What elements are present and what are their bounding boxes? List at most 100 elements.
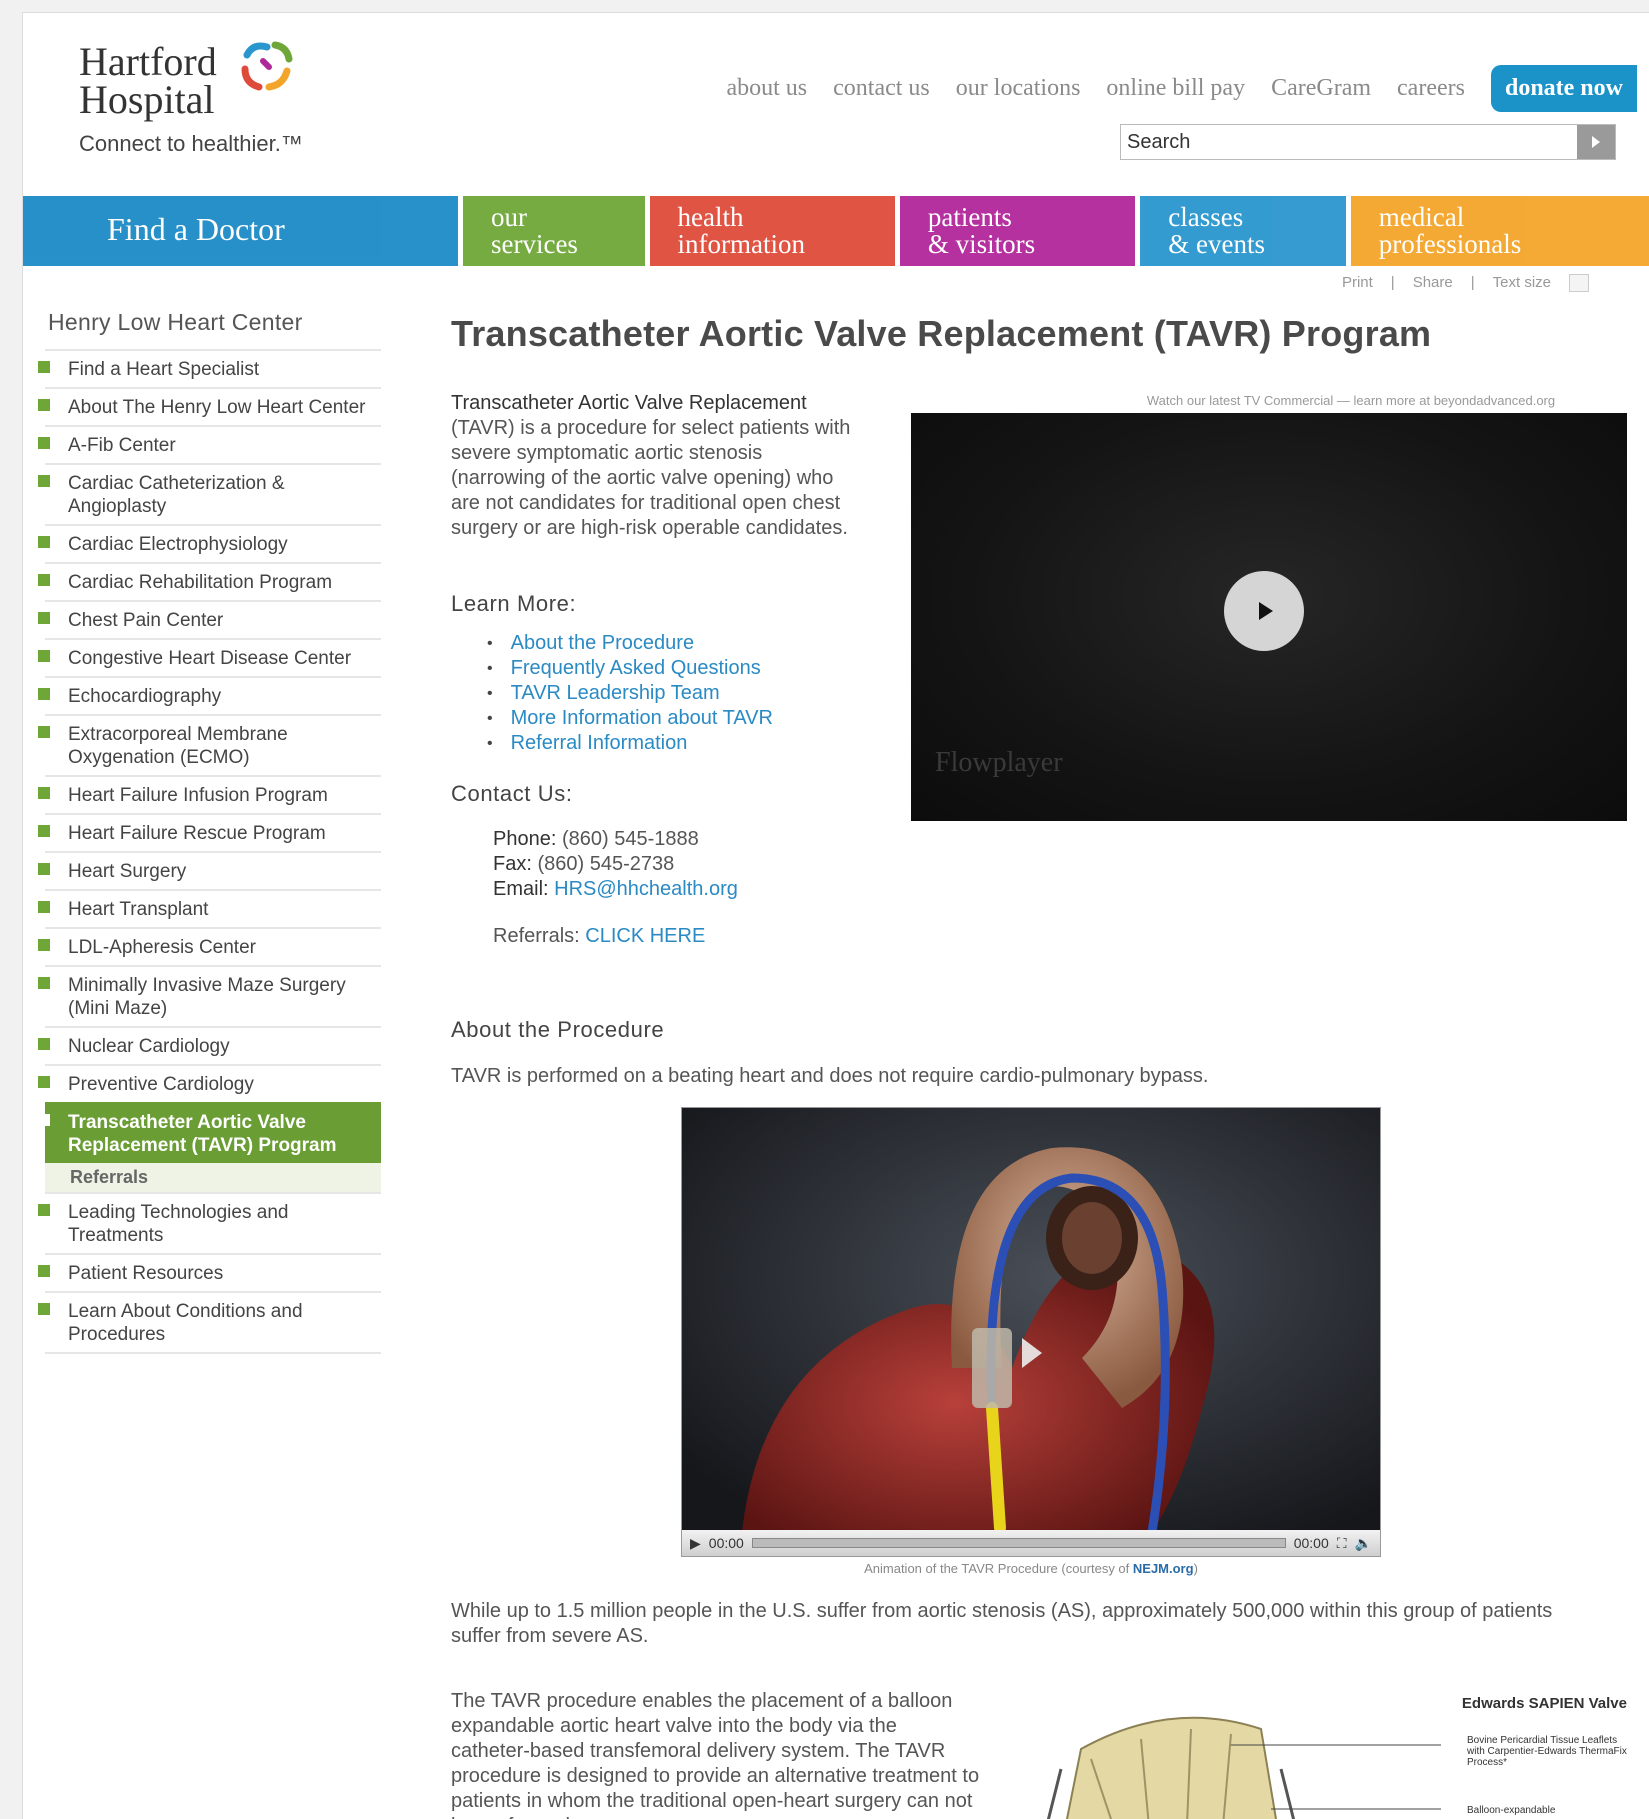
sidebar-item[interactable]: Echocardiography: [38, 676, 381, 714]
sidebar-item[interactable]: LDL-Apheresis Center: [38, 927, 381, 965]
heart-animation-frame: [682, 1108, 1380, 1534]
sidebar-item[interactable]: Cardiac Electrophysiology: [38, 524, 381, 562]
page-tools: Print | Share | Text size: [1342, 274, 1589, 292]
nav-our-services[interactable]: our services: [462, 196, 645, 266]
site-search: [1120, 124, 1616, 160]
utility-nav: about us contact us our locations online…: [726, 65, 1637, 112]
fullscreen-icon[interactable]: ⛶: [1337, 1535, 1347, 1552]
hospital-logo[interactable]: Hartford Hospital Connect to healthier.™: [79, 39, 369, 193]
referrals-click-here-link[interactable]: CLICK HERE: [585, 925, 705, 947]
contact-heading: Contact Us:: [451, 781, 573, 806]
bullet-square-icon: [38, 1038, 50, 1050]
play-icon[interactable]: ▶: [690, 1535, 701, 1552]
donate-now-button[interactable]: donate now: [1490, 65, 1637, 112]
print-link[interactable]: Print: [1342, 274, 1373, 292]
sidebar-item-label: A-Fib Center: [68, 435, 176, 456]
utility-about-us[interactable]: about us: [726, 75, 807, 102]
sidebar-item[interactable]: Chest Pain Center: [38, 600, 381, 638]
utility-caregram[interactable]: CareGram: [1271, 75, 1371, 102]
commercial-video-player[interactable]: Flowplayer: [911, 413, 1627, 821]
sidebar-item-label: Cardiac Electrophysiology: [68, 534, 288, 555]
bullet-square-icon: [38, 825, 50, 837]
sidebar-item[interactable]: A-Fib Center: [38, 425, 381, 463]
utility-careers[interactable]: careers: [1397, 75, 1465, 102]
volume-icon[interactable]: 🔈: [1355, 1535, 1372, 1552]
sidebar-item-label: Cardiac Rehabilitation Program: [68, 572, 333, 593]
bullet-square-icon: [38, 1076, 50, 1088]
sidebar-subitem-referrals[interactable]: Referrals: [45, 1163, 381, 1192]
nav-find-a-doctor[interactable]: Find a Doctor: [23, 196, 458, 266]
sidebar-item[interactable]: Patient Resources: [38, 1253, 381, 1291]
about-procedure-heading: About the Procedure: [451, 1017, 665, 1042]
caption-post: ): [1193, 1561, 1198, 1576]
sidebar-item[interactable]: Cardiac Catheterization & Angioplasty: [38, 463, 381, 524]
procedure-animation-video[interactable]: ▶ 00:00 00:00 ⛶ 🔈: [681, 1107, 1381, 1557]
sidebar-item[interactable]: Minimally Invasive Maze Surgery (Mini Ma…: [38, 965, 381, 1026]
sidebar-item-label: Leading Technologies and Treatments: [68, 1202, 289, 1246]
nav-medical-professionals[interactable]: medical professionals: [1350, 196, 1649, 266]
text-size-control[interactable]: Text size: [1493, 274, 1551, 292]
about-procedure-text: TAVR is performed on a beating heart and…: [451, 1065, 1209, 1087]
bullet-square-icon: [38, 1265, 50, 1277]
sidebar-item[interactable]: Extracorporeal Membrane Oxygenation (ECM…: [38, 714, 381, 775]
sidebar-item[interactable]: Learn About Conditions and Procedures: [38, 1291, 381, 1352]
valve-label-balloon: Balloon-expandable: [1467, 1805, 1556, 1816]
sidebar-item[interactable]: Nuclear Cardiology: [38, 1026, 381, 1064]
nav-patients-visitors[interactable]: patients & visitors: [899, 196, 1136, 266]
sidebar-item[interactable]: Heart Failure Rescue Program: [38, 813, 381, 851]
utility-online-bill-pay[interactable]: online bill pay: [1106, 75, 1245, 102]
search-input[interactable]: [1121, 125, 1577, 159]
logo-tagline: Connect to healthier.™: [79, 131, 303, 156]
sidebar-item[interactable]: Congestive Heart Disease Center: [38, 638, 381, 676]
bullet-square-icon: [38, 361, 50, 373]
sidebar-item[interactable]: Leading Technologies and Treatments: [38, 1192, 381, 1253]
bullet-square-icon: [38, 939, 50, 951]
link-referral-info[interactable]: Referral Information: [511, 731, 688, 756]
utility-contact-us[interactable]: contact us: [833, 75, 930, 102]
sidebar-item-label: Learn About Conditions and Procedures: [68, 1301, 303, 1345]
sidebar-item-label: Heart Transplant: [68, 899, 209, 920]
sidebar-item[interactable]: Transcatheter Aortic Valve Replacement (…: [38, 1102, 381, 1163]
sidebar-list: Find a Heart Specialist About The Henry L…: [38, 349, 381, 1354]
play-button[interactable]: [1224, 571, 1304, 651]
sidebar-item-label: Transcatheter Aortic Valve Replacement (…: [68, 1112, 337, 1156]
sidebar-item-label: Preventive Cardiology: [68, 1074, 254, 1095]
sidebar-item-label: Extracorporeal Membrane Oxygenation (ECM…: [68, 724, 288, 768]
bullet-square-icon: [38, 650, 50, 662]
sidebar-item-label: Heart Failure Infusion Program: [68, 785, 328, 806]
learn-more-heading: Learn More:: [451, 591, 577, 616]
sidebar-item-label: Nuclear Cardiology: [68, 1036, 230, 1057]
link-faq[interactable]: Frequently Asked Questions: [511, 656, 761, 681]
bullet-square-icon: [38, 612, 50, 624]
main-nav: Find a Doctor our services health inform…: [23, 196, 1649, 266]
sidebar-item[interactable]: About The Henry Low Heart Center: [38, 387, 381, 425]
list-item: More Information about TAVR: [491, 706, 773, 731]
text-size-icon[interactable]: [1569, 274, 1589, 292]
link-leadership-team[interactable]: TAVR Leadership Team: [511, 681, 720, 706]
nav-classes-events[interactable]: classes & events: [1140, 196, 1346, 266]
link-more-info[interactable]: More Information about TAVR: [511, 706, 773, 731]
share-link[interactable]: Share: [1413, 274, 1453, 292]
video-controls: ▶ 00:00 00:00 ⛶ 🔈: [682, 1530, 1380, 1556]
utility-our-locations[interactable]: our locations: [956, 75, 1081, 102]
video-scrubber[interactable]: [751, 1538, 1286, 1548]
logo-name-line2: Hospital: [79, 77, 215, 122]
nav-health-information[interactable]: health information: [649, 196, 895, 266]
search-submit-button[interactable]: [1577, 125, 1615, 159]
sidebar-item[interactable]: Cardiac Rehabilitation Program: [38, 562, 381, 600]
sidebar-item[interactable]: Preventive Cardiology: [38, 1064, 381, 1102]
sidebar-item[interactable]: Heart Transplant: [38, 889, 381, 927]
sidebar-item[interactable]: Heart Surgery: [38, 851, 381, 889]
sidebar-item-label: Heart Failure Rescue Program: [68, 823, 326, 844]
stats-paragraph: While up to 1.5 million people in the U.…: [451, 1600, 1553, 1647]
link-about-procedure[interactable]: About the Procedure: [511, 631, 694, 656]
sidebar-item[interactable]: Heart Failure Infusion Program: [38, 775, 381, 813]
nejm-link[interactable]: NEJM.org: [1133, 1561, 1194, 1576]
list-item: About the Procedure: [491, 631, 773, 656]
sidebar-item[interactable]: Find a Heart Specialist: [38, 349, 381, 387]
logo-name-line1: Hartford: [79, 39, 217, 84]
logo-mark-icon: [241, 41, 293, 91]
sidebar-item-label: Patient Resources: [68, 1263, 224, 1284]
email-link[interactable]: HRS@hhchealth.org: [554, 878, 738, 900]
total-time: 00:00: [1293, 1535, 1329, 1551]
